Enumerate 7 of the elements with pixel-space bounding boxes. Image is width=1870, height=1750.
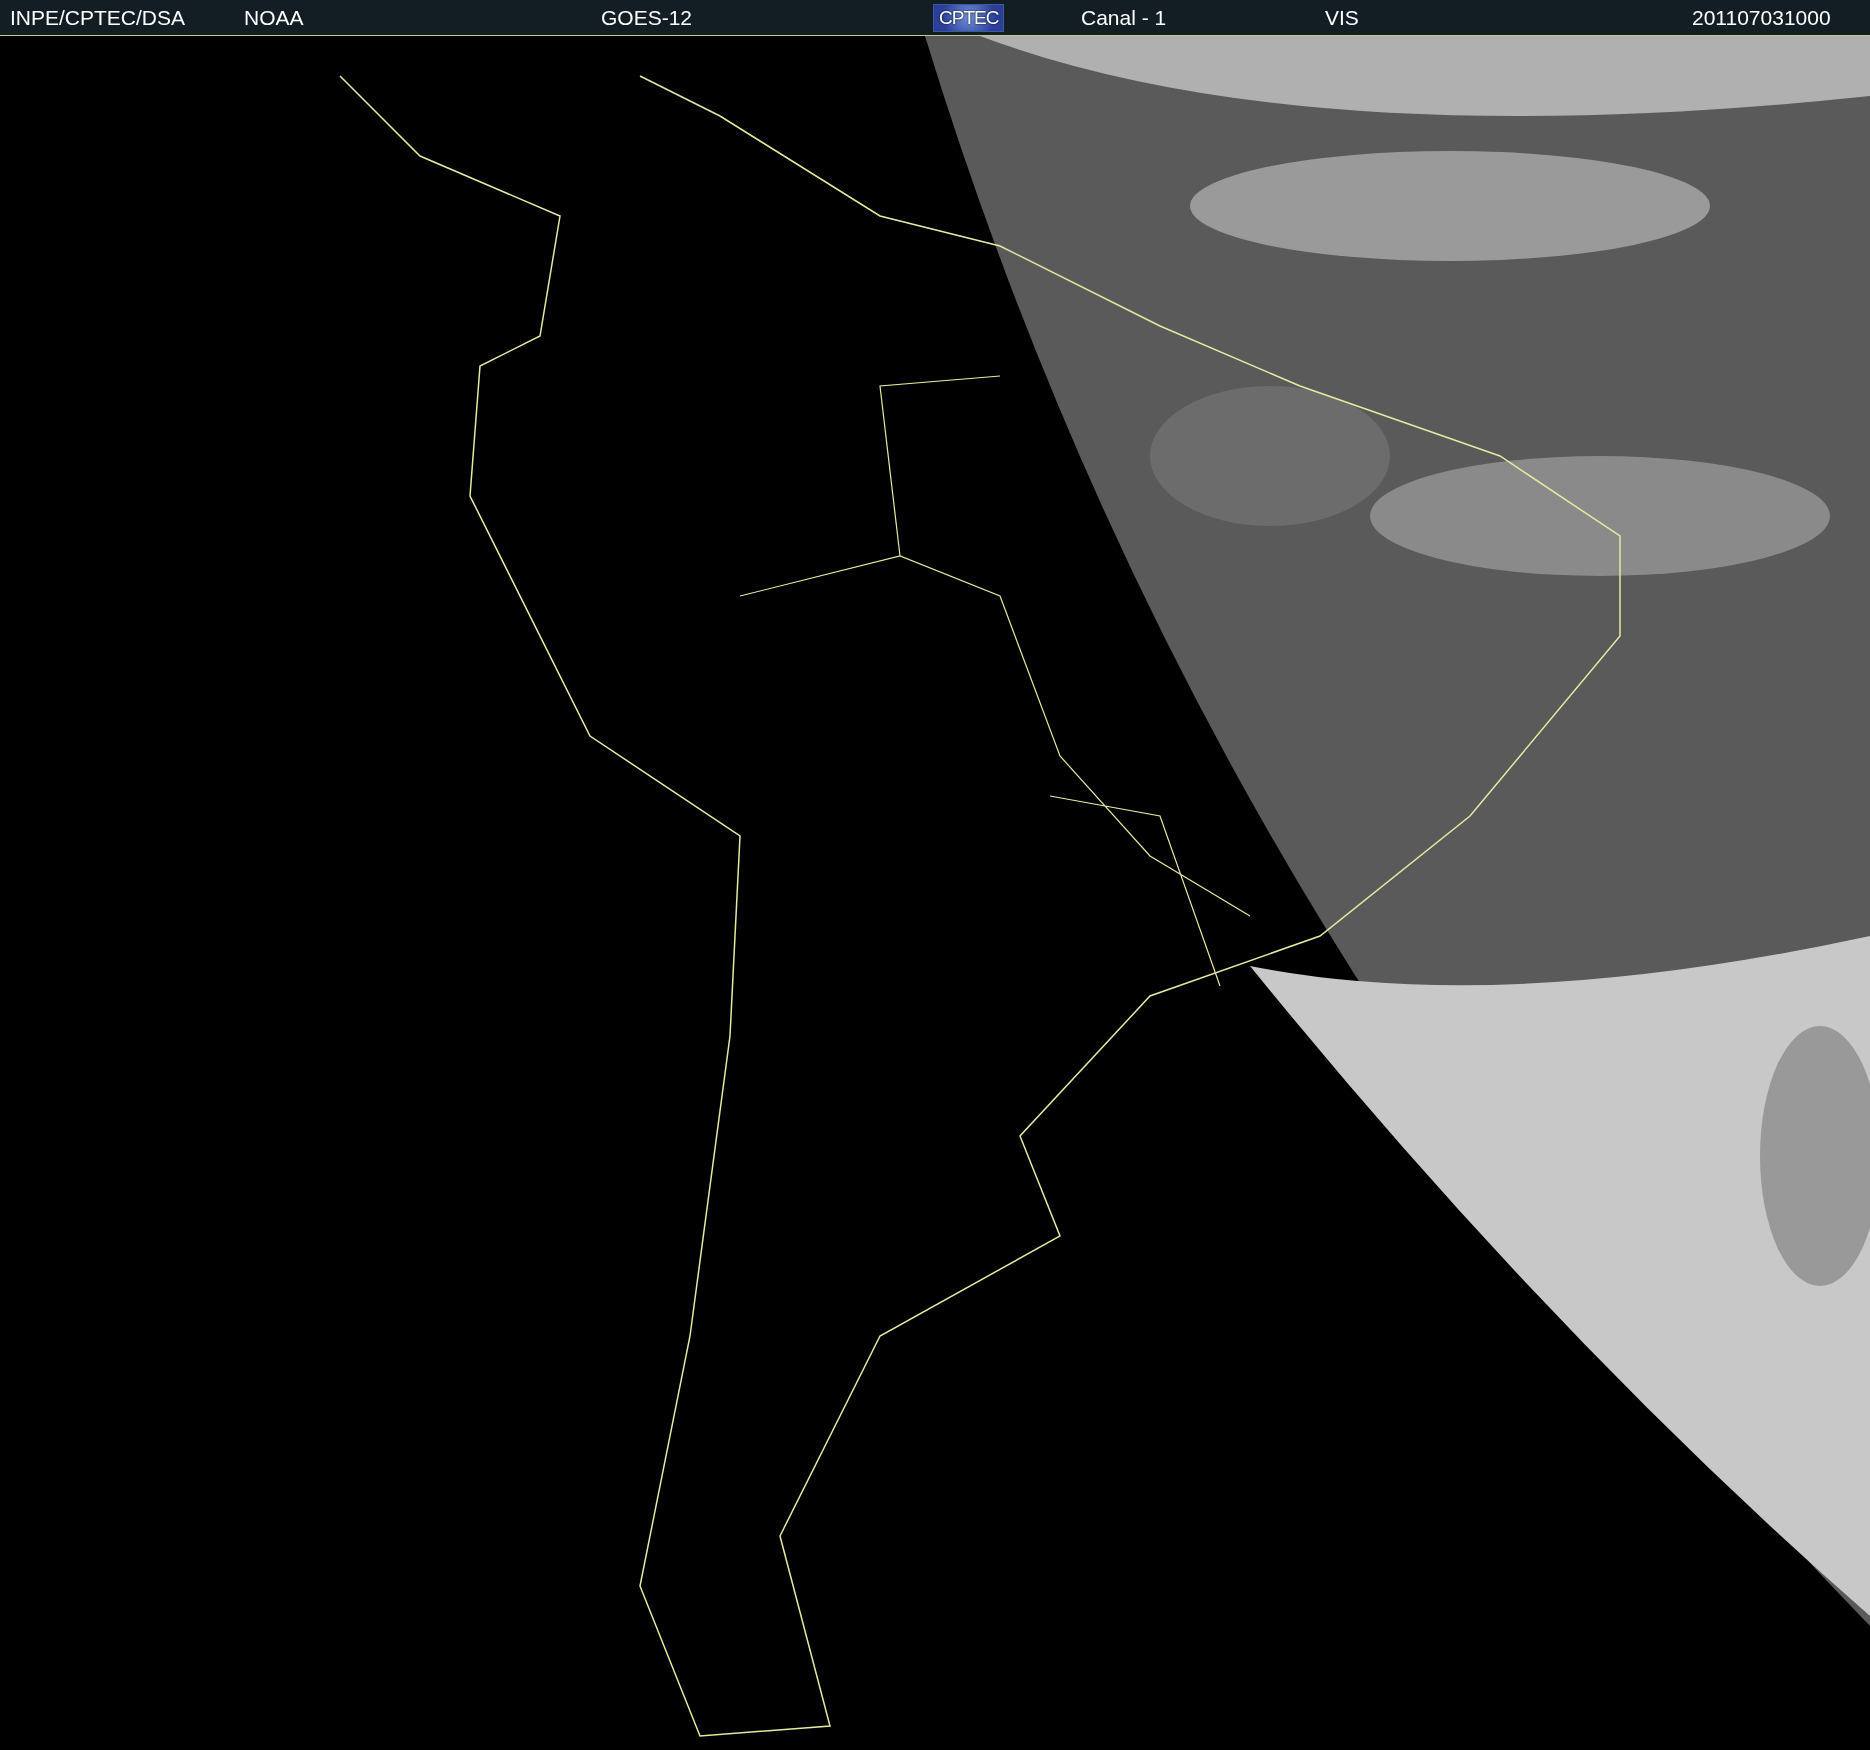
header-label: NOAA	[244, 5, 304, 30]
header-label: INPE/CPTEC/DSA	[10, 5, 186, 30]
logo: CPTEC	[933, 3, 1005, 32]
header-label: GOES-12	[601, 5, 693, 30]
header-label: 201107031000	[1692, 5, 1831, 30]
header-label: VIS	[1325, 5, 1359, 30]
header-label: Canal - 1	[1081, 5, 1167, 30]
